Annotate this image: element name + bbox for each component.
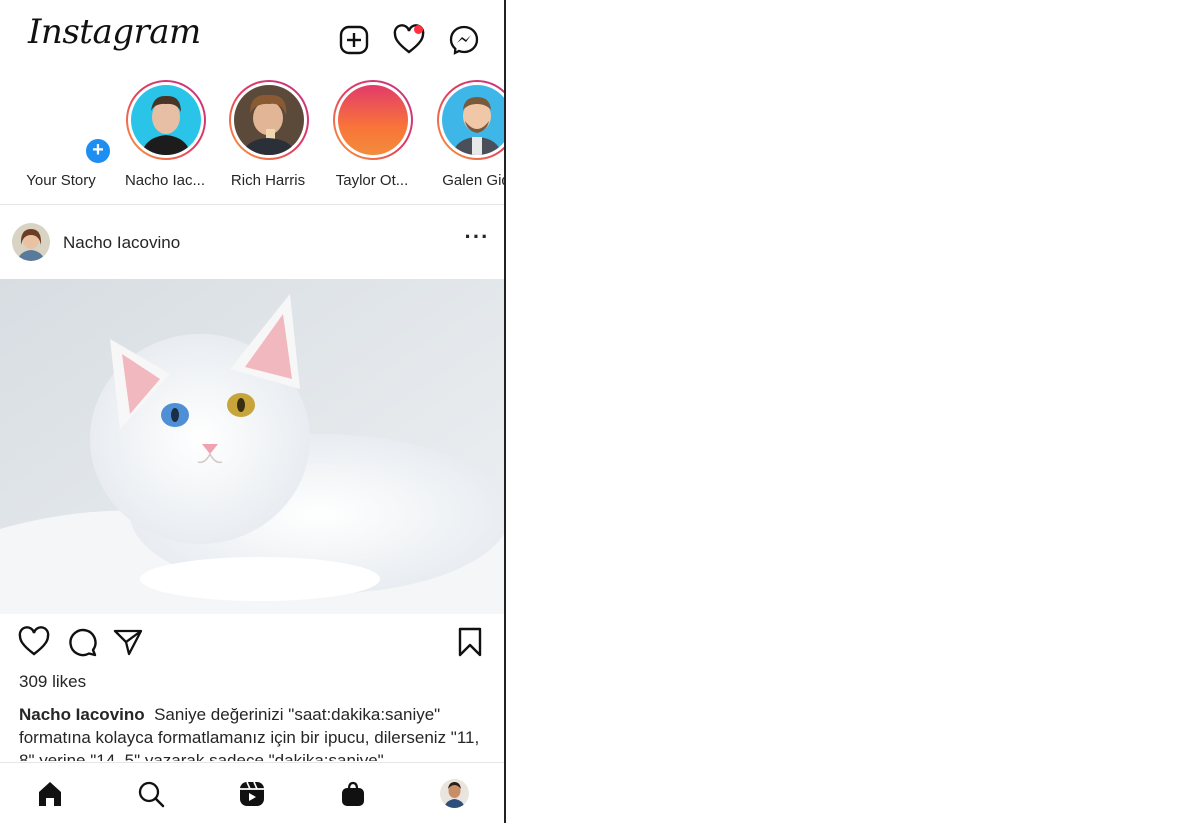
likes-count[interactable]: 309 likes (19, 672, 86, 692)
reels-icon[interactable] (237, 779, 267, 809)
story-rich-harris[interactable]: Rich Harris (216, 78, 320, 204)
add-story-icon[interactable]: + (84, 137, 112, 165)
post-avatar[interactable] (12, 223, 50, 261)
home-icon[interactable] (35, 779, 65, 809)
messenger-icon[interactable] (448, 24, 480, 56)
notification-dot (414, 25, 423, 34)
post-username[interactable]: Nacho Iacovino (63, 233, 180, 253)
search-icon[interactable] (136, 779, 166, 809)
post-actions (0, 614, 504, 670)
story-galen[interactable]: Galen Gid (424, 78, 504, 204)
comment-icon[interactable] (66, 626, 98, 658)
story-label: Taylor Ot... (335, 172, 409, 189)
post-header: Nacho Iacovino ··· (0, 204, 504, 279)
new-post-icon[interactable] (338, 24, 370, 56)
story-avatar (338, 85, 408, 155)
story-label: Your Story (26, 172, 96, 189)
instagram-logo[interactable]: Instagram (28, 12, 201, 52)
story-label: Galen Gid (442, 172, 504, 189)
stories-tray: + Your Story Nacho Iac... Rich Harris Ta… (0, 78, 504, 205)
bookmark-icon[interactable] (454, 626, 486, 658)
share-icon[interactable] (112, 626, 144, 658)
story-avatar (442, 85, 504, 155)
instagram-app: Instagram + Your Story Nacho Iac... Rich… (0, 0, 506, 823)
story-nacho[interactable]: Nacho Iac... (113, 78, 217, 204)
shop-icon[interactable] (338, 779, 368, 809)
like-icon[interactable] (18, 626, 50, 658)
top-header: Instagram (0, 0, 504, 78)
bottom-navigation (0, 762, 504, 823)
story-avatar (131, 85, 201, 155)
story-your-story[interactable]: + Your Story (9, 78, 113, 204)
story-taylor[interactable]: Taylor Ot... (320, 78, 424, 204)
story-label: Rich Harris (230, 172, 306, 189)
profile-avatar[interactable] (440, 779, 469, 808)
more-options-icon[interactable]: ··· (464, 226, 490, 252)
story-avatar (234, 85, 304, 155)
post-image[interactable] (0, 279, 504, 614)
heart-icon[interactable] (393, 24, 425, 56)
post-caption: Nacho Iacovino Saniye değerinizi "saat:d… (19, 703, 481, 761)
caption-username[interactable]: Nacho Iacovino (19, 705, 145, 724)
story-label: Nacho Iac... (124, 172, 206, 189)
